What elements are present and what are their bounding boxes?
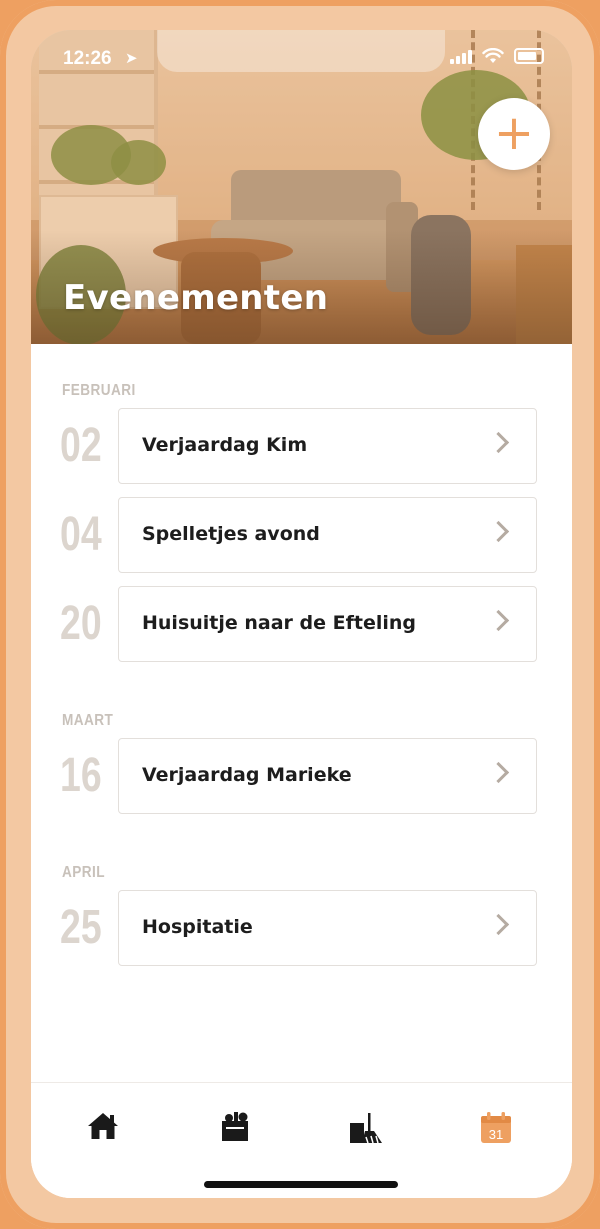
month-label: MAART [62, 712, 114, 729]
event-title: Verjaardag Kim [142, 434, 308, 456]
tab-cleaning[interactable] [349, 1111, 389, 1147]
month-label: APRIL [62, 864, 105, 881]
page-title: Evenementen [63, 278, 329, 318]
app-screen: 12:26 ➤ + Evenementen FEBRUARI 02 Verjaa… [31, 30, 572, 1198]
cleaning-icon [350, 1113, 382, 1144]
event-card[interactable]: Verjaardag Kim [118, 408, 537, 484]
chevron-right-icon [487, 761, 510, 784]
signal-icon [450, 48, 472, 64]
chevron-right-icon [487, 913, 510, 936]
event-day-number: 16 [60, 749, 102, 802]
event-day-number: 20 [60, 597, 102, 650]
status-time: 12:26 [63, 48, 112, 69]
status-bar: 12:26 ➤ [31, 30, 572, 82]
event-row: 16 Verjaardag Marieke [31, 738, 572, 816]
event-card[interactable]: Hospitatie [118, 890, 537, 966]
status-icons [450, 48, 544, 64]
event-day-number: 25 [60, 901, 102, 954]
event-title: Hospitatie [142, 916, 253, 938]
tab-home[interactable] [87, 1111, 127, 1147]
chevron-right-icon [487, 520, 510, 543]
event-title: Spelletjes avond [142, 523, 320, 545]
wifi-icon [482, 48, 504, 63]
home-icon [88, 1113, 118, 1139]
event-card[interactable]: Spelletjes avond [118, 497, 537, 573]
notch [157, 30, 445, 72]
event-card[interactable]: Verjaardag Marieke [118, 738, 537, 814]
tab-groceries[interactable] [220, 1111, 260, 1147]
home-indicator[interactable] [204, 1181, 398, 1188]
event-title: Verjaardag Marieke [142, 764, 352, 786]
month-label: FEBRUARI [62, 382, 136, 399]
event-card[interactable]: Huisuitje naar de Efteling [118, 586, 537, 662]
plus-icon: + [493, 105, 535, 161]
event-day-number: 02 [60, 419, 102, 472]
event-row: 04 Spelletjes avond [31, 497, 572, 575]
location-arrow-icon: ➤ [125, 50, 138, 67]
calendar-icon: 31 [481, 1112, 511, 1143]
event-title: Huisuitje naar de Efteling [142, 612, 417, 634]
event-row: 20 Huisuitje naar de Efteling [31, 586, 572, 664]
event-row: 02 Verjaardag Kim [31, 408, 572, 486]
add-event-button[interactable]: + [478, 98, 550, 170]
calendar-day-number: 31 [489, 1127, 503, 1142]
event-day-number: 04 [60, 508, 102, 561]
groceries-bag-icon [222, 1112, 248, 1141]
chevron-right-icon [487, 431, 510, 454]
chevron-right-icon [487, 609, 510, 632]
tab-calendar[interactable]: 31 [479, 1111, 519, 1147]
event-row: 25 Hospitatie [31, 890, 572, 968]
device-frame: 12:26 ➤ + Evenementen FEBRUARI 02 Verjaa… [0, 0, 600, 1229]
battery-icon [514, 48, 544, 64]
